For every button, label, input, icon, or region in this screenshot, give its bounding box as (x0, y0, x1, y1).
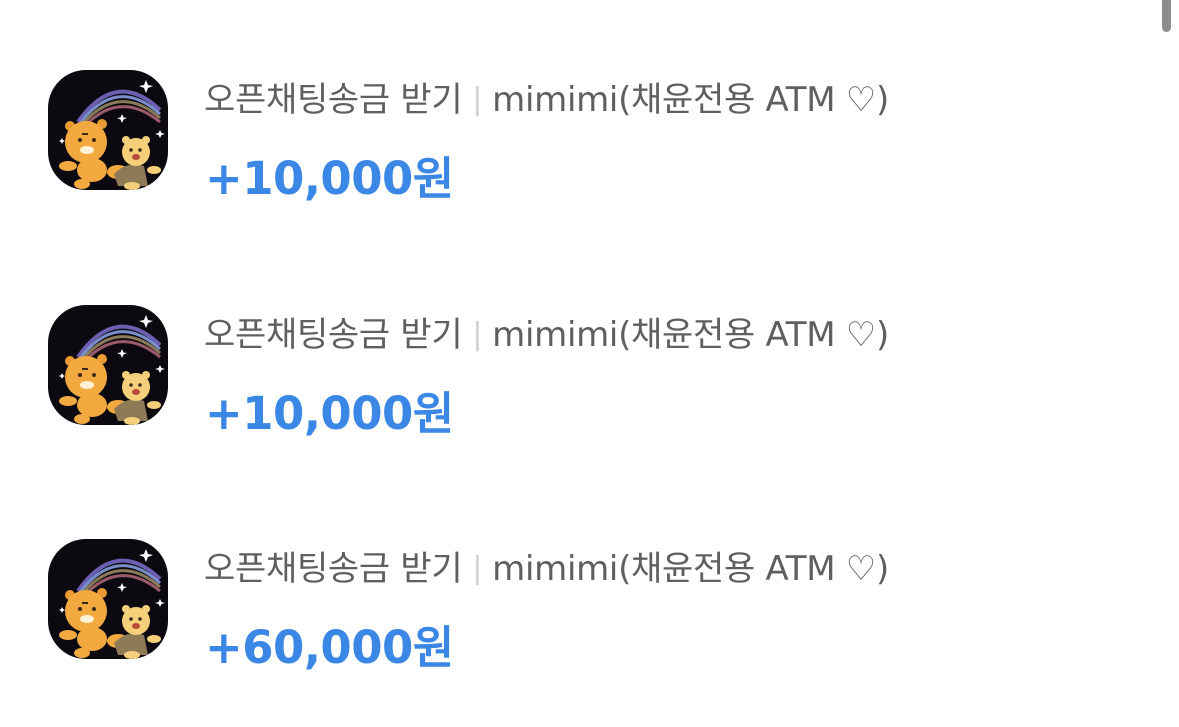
separator: | (472, 317, 483, 352)
transaction-row[interactable]: 오픈채팅송금 받기 | mimimi(채윤전용 ATM ♡) +10,000원 (0, 58, 1179, 258)
transaction-row[interactable]: 오픈채팅송금 받기 | mimimi(채윤전용 ATM ♡) +10,000원 (0, 293, 1179, 493)
transaction-type-label: 오픈채팅송금 받기 (204, 549, 463, 589)
counterparty-name: mimimi(채윤전용 ATM ♡) (492, 549, 889, 589)
counterparty-name: mimimi(채윤전용 ATM ♡) (492, 315, 889, 355)
transaction-amount: +10,000원 (205, 152, 454, 205)
counterparty-name: mimimi(채윤전용 ATM ♡) (492, 80, 889, 120)
transaction-type-label: 오픈채팅송금 받기 (204, 80, 463, 120)
transaction-description: 오픈채팅송금 받기 | mimimi(채윤전용 ATM ♡) (204, 72, 889, 121)
transaction-description: 오픈채팅송금 받기 | mimimi(채윤전용 ATM ♡) (204, 541, 889, 590)
kakao-friends-character-icon (48, 70, 168, 190)
transaction-row[interactable]: 오픈채팅송금 받기 | mimimi(채윤전용 ATM ♡) +60,000원 (0, 527, 1179, 727)
transaction-amount: +60,000원 (205, 621, 454, 674)
separator: | (472, 551, 483, 586)
kakao-friends-character-icon (48, 539, 168, 659)
transaction-type-label: 오픈채팅송금 받기 (204, 315, 463, 355)
separator: | (472, 82, 483, 117)
transaction-amount: +10,000원 (205, 387, 454, 440)
kakao-friends-character-icon (48, 305, 168, 425)
scrollbar[interactable] (1162, 0, 1171, 32)
transaction-description: 오픈채팅송금 받기 | mimimi(채윤전용 ATM ♡) (204, 307, 889, 356)
